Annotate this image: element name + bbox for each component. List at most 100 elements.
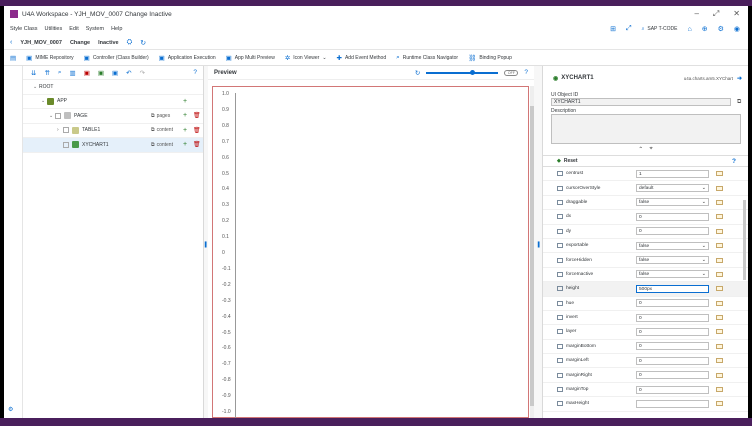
footer-settings-icon[interactable]: ⚙ [8, 406, 13, 413]
binding-icon[interactable] [716, 372, 723, 378]
property-input[interactable]: 0 [636, 299, 709, 308]
tree-checkbox[interactable] [63, 141, 69, 148]
binding-icon[interactable] [716, 358, 723, 364]
binding-icon[interactable] [716, 185, 723, 191]
binding-icon[interactable] [716, 171, 723, 177]
reset-button[interactable]: Reset [564, 158, 578, 164]
binding-icon[interactable] [716, 401, 723, 407]
columns-icon[interactable]: ▥ [70, 69, 76, 77]
preview-refresh-icon[interactable]: ↻ [415, 69, 420, 77]
collapse-up-icon[interactable]: ⌃ [638, 146, 643, 153]
home-icon[interactable]: ⌂ [688, 26, 692, 33]
activate-icon[interactable]: ⛭ [127, 39, 133, 47]
tree-row[interactable]: › TABLE1 ⧉ content + 🗑 [23, 124, 203, 138]
property-input[interactable]: 0 [636, 313, 709, 322]
app-execution-button[interactable]: ▣ Application Execution [159, 54, 216, 62]
property-select[interactable]: default ⌄ [636, 184, 709, 193]
copy-icon[interactable]: ▣ [98, 69, 104, 77]
navigate-icon[interactable]: ➜ [737, 75, 748, 82]
properties-help-icon[interactable]: ? [732, 158, 748, 165]
undo-icon[interactable]: ↶ [126, 69, 131, 77]
property-input[interactable]: 0 [636, 327, 709, 336]
binding-icon[interactable] [716, 199, 723, 205]
add-event-method-button[interactable]: ✚ Add Event Method [337, 54, 387, 62]
menu-help[interactable]: Help [111, 26, 122, 32]
binding-icon[interactable] [716, 315, 723, 321]
delete-icon[interactable]: ▣ [84, 69, 90, 77]
layout-toggle-icon[interactable]: ▤ [10, 54, 16, 62]
binding-icon[interactable] [716, 257, 723, 263]
zoom-slider[interactable] [426, 69, 499, 75]
user-icon[interactable]: ◉ [734, 25, 740, 33]
menu-utilities[interactable]: Utilities [45, 26, 63, 32]
minimize-icon[interactable]: – [694, 9, 698, 19]
tree-search-icon[interactable]: ⌕ [58, 69, 62, 77]
binding-icon[interactable] [716, 343, 723, 349]
property-input[interactable]: 0 [636, 371, 709, 380]
tree-delete-icon[interactable]: 🗑 [193, 112, 201, 119]
tree-row[interactable]: ⌄ APP + [23, 95, 203, 109]
app-multi-preview-button[interactable]: ▣ App Multi Preview [226, 54, 275, 62]
menu-system[interactable]: System [86, 26, 104, 32]
tcode-field[interactable]: ⌕ SAP T-CODE [642, 26, 678, 32]
tree-checkbox[interactable] [55, 112, 61, 119]
paste-icon[interactable]: ▣ [112, 69, 118, 77]
refresh-icon[interactable]: ↻ [140, 39, 146, 47]
binding-icon[interactable] [716, 387, 723, 393]
binding-popup-button[interactable]: ⛓ Binding Popup [468, 54, 512, 62]
binding-icon[interactable] [716, 214, 723, 220]
maximize-icon[interactable]: ⤢ [713, 9, 719, 19]
tree-row[interactable]: XYCHART1 ⧉ content + 🗑 [23, 138, 203, 153]
property-input[interactable]: 0 [636, 385, 709, 394]
properties-scrollbar[interactable] [743, 200, 746, 280]
binding-icon[interactable] [716, 286, 723, 292]
properties-class-name[interactable]: u4a.charts.am5.XYChart [684, 76, 737, 81]
property-input[interactable]: 0 [636, 212, 709, 221]
binding-icon[interactable] [716, 243, 723, 249]
tree-row[interactable]: ⌄ PAGE ⧉ pages + 🗑 [23, 109, 203, 124]
right-splitter-handle[interactable]: ▐ [536, 242, 540, 248]
preview-help-icon[interactable]: ? [524, 69, 528, 76]
redo-icon[interactable]: ↷ [140, 69, 145, 77]
binding-icon[interactable] [716, 300, 723, 306]
description-textarea[interactable] [551, 114, 741, 144]
menu-style-class[interactable]: Style Class [10, 26, 38, 32]
property-input[interactable] [636, 399, 709, 408]
ui-object-id-input[interactable]: XYCHART1 [551, 98, 731, 106]
property-select[interactable]: false ⌄ [636, 256, 709, 265]
tree-add-icon[interactable]: + [183, 98, 187, 105]
binding-icon[interactable] [716, 271, 723, 277]
tree-add-icon[interactable]: + [183, 112, 187, 119]
icon-viewer-button[interactable]: ✲ Icon Viewer ⌄ [285, 54, 327, 62]
binding-icon[interactable] [716, 228, 723, 234]
settings-icon[interactable]: ⚙ [718, 25, 724, 33]
mime-repository-button[interactable]: ▣ MIME Repository [26, 54, 74, 62]
tree-checkbox[interactable] [63, 127, 69, 134]
tree-add-icon[interactable]: + [183, 141, 187, 148]
back-icon[interactable]: ‹ [10, 39, 12, 46]
copy-id-icon[interactable]: ⧉ [737, 99, 741, 106]
preview-scrollbar[interactable] [530, 86, 534, 418]
preview-toggle[interactable]: OFF [504, 69, 519, 76]
tree-row[interactable]: ⌄ ROOT [23, 80, 203, 95]
collapse-all-icon[interactable]: ⇈ [44, 69, 49, 77]
property-input[interactable]: 0 [636, 356, 709, 365]
left-splitter-handle[interactable]: ▐ [203, 242, 207, 248]
controller-button[interactable]: ▣ Controller (Class Builder) [84, 54, 149, 62]
pin-icon[interactable]: ⌖ [649, 146, 652, 153]
runtime-class-navigator-button[interactable]: ⌕ Runtime Class Navigator [396, 54, 458, 62]
property-input[interactable]: 500px [636, 284, 709, 293]
help-icon[interactable]: ? [193, 69, 203, 76]
fullscreen-icon[interactable]: ⤢ [626, 25, 632, 33]
favorites-icon[interactable]: ⊞ [610, 25, 616, 33]
menu-edit[interactable]: Edit [69, 26, 78, 32]
tree-add-icon[interactable]: + [183, 127, 187, 134]
expand-all-icon[interactable]: ⇊ [31, 69, 36, 77]
zoom-icon[interactable]: ⊕ [702, 25, 708, 33]
property-input[interactable]: 0 [636, 227, 709, 236]
close-icon[interactable]: ✕ [733, 9, 740, 19]
property-select[interactable]: false ⌄ [636, 270, 709, 279]
property-select[interactable]: false ⌄ [636, 241, 709, 250]
binding-icon[interactable] [716, 329, 723, 335]
property-select[interactable]: false ⌄ [636, 198, 709, 207]
